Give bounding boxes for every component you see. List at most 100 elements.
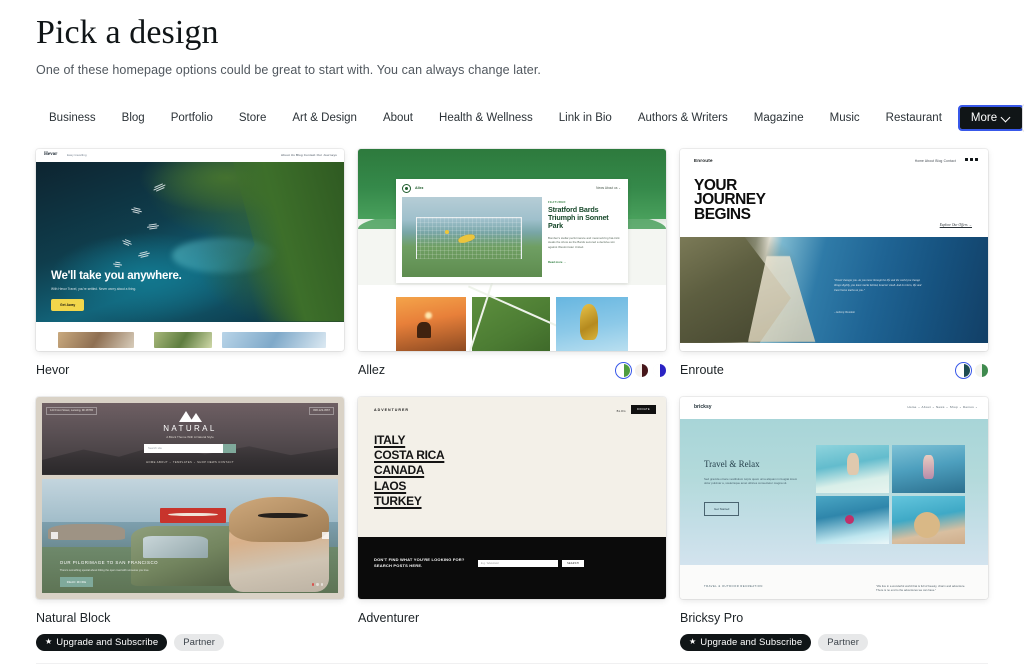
tab-magazine[interactable]: Magazine xyxy=(741,107,817,129)
tab-health-and-wellness[interactable]: Health & Wellness xyxy=(426,107,546,129)
allez-headline: Stratford Bards Triumph in Sonnet Park xyxy=(548,204,609,231)
design-name-bricksy-pro: Bricksy Pro xyxy=(680,611,744,625)
bricksy-photo-1 xyxy=(816,444,889,493)
adventurer-search-placeholder: E.g. 'Adventure' xyxy=(481,561,500,565)
natural-search-field: Search site ⌕ xyxy=(144,443,236,453)
bricksy-brand: bricksy xyxy=(694,403,712,410)
natural-phone: 808-123-4567 xyxy=(309,406,334,415)
design-preview-enroute[interactable]: "Travel changes you. As you move through… xyxy=(680,148,988,351)
natural-cta: READ MORE xyxy=(59,576,94,587)
tab-portfolio[interactable]: Portfolio xyxy=(158,107,226,129)
card-meta-natural-block: Natural Block xyxy=(36,610,344,627)
adventurer-nav: BLOG xyxy=(616,408,626,413)
card-meta-hevor: Hevor xyxy=(36,362,344,379)
design-name-hevor: Hevor xyxy=(36,363,70,377)
natural-address: 123 Front Street, Lansing, MI 48765 xyxy=(46,406,98,415)
swatch-blue[interactable] xyxy=(653,363,666,377)
hevor-headline: We'll take you anywhere. xyxy=(51,269,182,282)
carousel-next-icon[interactable] xyxy=(322,532,330,540)
design-card-adventurer[interactable]: ADVENTURER BLOG DONATE ITALY COSTA RICA … xyxy=(358,396,666,651)
design-card-enroute[interactable]: "Travel changes you. As you move through… xyxy=(680,148,988,379)
country-turkey: TURKEY xyxy=(374,493,422,508)
design-card-natural-block[interactable]: 123 Front Street, Lansing, MI 48765 808-… xyxy=(36,396,344,651)
card-meta-bricksy-pro: Bricksy Pro xyxy=(680,610,988,627)
design-preview-allez[interactable]: Allez News About us ⌄ FEATURED Stratford… xyxy=(358,148,666,351)
swatch-maroon[interactable] xyxy=(635,363,648,377)
upgrade-label: Upgrade and Subscribe xyxy=(700,636,803,648)
country-italy: ITALY xyxy=(374,432,406,447)
tab-blog[interactable]: Blog xyxy=(109,107,158,129)
design-preview-natural-block[interactable]: 123 Front Street, Lansing, MI 48765 808-… xyxy=(36,396,344,599)
swatch-dark-teal[interactable] xyxy=(955,361,972,379)
tab-business[interactable]: Business xyxy=(36,107,109,129)
bricksy-headline: Travel & Relax xyxy=(704,458,760,469)
enroute-quote: "Travel changes you. As you move through… xyxy=(834,278,922,292)
category-tab-list: Business Blog Portfolio Store Art & Desi… xyxy=(36,104,1024,131)
mountain-logo-icon xyxy=(177,410,203,422)
page-title: Pick a design xyxy=(36,14,219,51)
design-preview-hevor[interactable]: We'll take you anywhere. With Hevor Trav… xyxy=(36,148,344,351)
bricksy-photo-3 xyxy=(816,495,889,544)
hevor-cta: Get Away xyxy=(51,298,85,311)
design-name-allez: Allez xyxy=(358,363,386,377)
color-swatches-enroute xyxy=(955,361,988,379)
hevor-hero-image: We'll take you anywhere. With Hevor Trav… xyxy=(36,161,344,322)
enroute-headline: YOUR JOURNEY BEGINS xyxy=(694,177,766,224)
hevor-brand: Hevor xyxy=(44,152,58,157)
hevor-site-nav: About Us Blog Contact Our Journeys xyxy=(281,153,337,157)
swatch-green[interactable] xyxy=(615,361,632,379)
carousel-prev-icon[interactable] xyxy=(50,532,58,540)
design-card-bricksy-pro[interactable]: bricksy Home ⌄ About ⌄ News ⌄ Shop ⌄ Dem… xyxy=(680,396,988,651)
allez-brand: Allez xyxy=(415,186,424,190)
adventurer-search-button: SEARCH xyxy=(562,559,584,567)
allez-eyebrow: FEATURED xyxy=(548,200,566,204)
country-laos: LAOS xyxy=(374,478,407,493)
design-name-enroute: Enroute xyxy=(680,363,724,377)
tab-restaurant[interactable]: Restaurant xyxy=(873,107,955,129)
design-preview-bricksy-pro[interactable]: bricksy Home ⌄ About ⌄ News ⌄ Shop ⌄ Dem… xyxy=(680,396,988,599)
adventurer-search-input: E.g. 'Adventure' xyxy=(478,559,558,567)
upgrade-and-subscribe-badge[interactable]: ★ Upgrade and Subscribe xyxy=(680,633,812,651)
design-card-allez[interactable]: Allez News About us ⌄ FEATURED Stratford… xyxy=(358,148,666,379)
badges-natural-block: ★ Upgrade and Subscribe Partner xyxy=(36,633,344,651)
design-preview-adventurer[interactable]: ADVENTURER BLOG DONATE ITALY COSTA RICA … xyxy=(358,396,666,599)
tab-authors-and-writers[interactable]: Authors & Writers xyxy=(625,107,741,129)
natural-search-placeholder: Search site xyxy=(148,446,162,450)
hevor-tagline: Easy travelling xyxy=(67,153,87,157)
adventurer-brand: ADVENTURER xyxy=(374,407,409,412)
allez-site-nav: News About us ⌄ xyxy=(596,186,621,190)
upgrade-and-subscribe-badge[interactable]: ★ Upgrade and Subscribe xyxy=(36,633,168,651)
more-categories-button[interactable]: More xyxy=(957,104,1024,131)
bricksy-quote: "We live in a wonderful world that is fu… xyxy=(876,583,966,593)
bricksy-cta: Get Started xyxy=(704,501,740,516)
allez-tile-pitch xyxy=(472,296,550,351)
tab-store[interactable]: Store xyxy=(226,107,280,129)
natural-caption-sub: There's something special about hitting … xyxy=(59,568,150,572)
adventurer-donate-button: DONATE xyxy=(630,404,656,414)
tab-about[interactable]: About xyxy=(370,107,426,129)
bricksy-site-nav: Home ⌄ About ⌄ News ⌄ Shop ⌄ Demos ⌄ xyxy=(907,405,978,409)
enroute-site-nav: Home About Blog Contact xyxy=(914,158,956,163)
country-canada: CANADA xyxy=(374,463,425,478)
swatch-green[interactable] xyxy=(975,363,988,377)
upgrade-label: Upgrade and Subscribe xyxy=(56,636,159,648)
bricksy-photo-2 xyxy=(892,444,965,493)
enroute-brand: Enroute xyxy=(694,157,713,163)
enroute-headline-line-3: BEGINS xyxy=(694,206,751,224)
adventurer-search-prompt: DON'T FIND WHAT YOU'RE LOOKING FOR? SEAR… xyxy=(374,556,465,568)
hevor-site-header: Hevor Easy travelling About Us Blog Cont… xyxy=(36,148,344,162)
allez-read-more: Read more → xyxy=(548,259,567,264)
design-name-adventurer: Adventurer xyxy=(358,611,420,625)
section-divider xyxy=(36,663,988,664)
design-card-hevor[interactable]: We'll take you anywhere. With Hevor Trav… xyxy=(36,148,344,379)
tab-music[interactable]: Music xyxy=(817,107,873,129)
bricksy-photo-4 xyxy=(892,495,965,544)
card-meta-allez: Allez xyxy=(358,361,666,379)
bricksy-category: TRAVEL & OUTDOOR RECREATION xyxy=(704,584,763,588)
natural-hero-photo: OUR PILGRIMAGE TO SAN FRANCISCO There's … xyxy=(42,478,338,593)
allez-tile-trophy xyxy=(556,296,628,351)
partner-badge: Partner xyxy=(174,633,225,651)
tab-art-and-design[interactable]: Art & Design xyxy=(279,107,370,129)
tab-link-in-bio[interactable]: Link in Bio xyxy=(546,107,625,129)
bricksy-site-header: bricksy Home ⌄ About ⌄ News ⌄ Shop ⌄ Dem… xyxy=(680,396,988,419)
